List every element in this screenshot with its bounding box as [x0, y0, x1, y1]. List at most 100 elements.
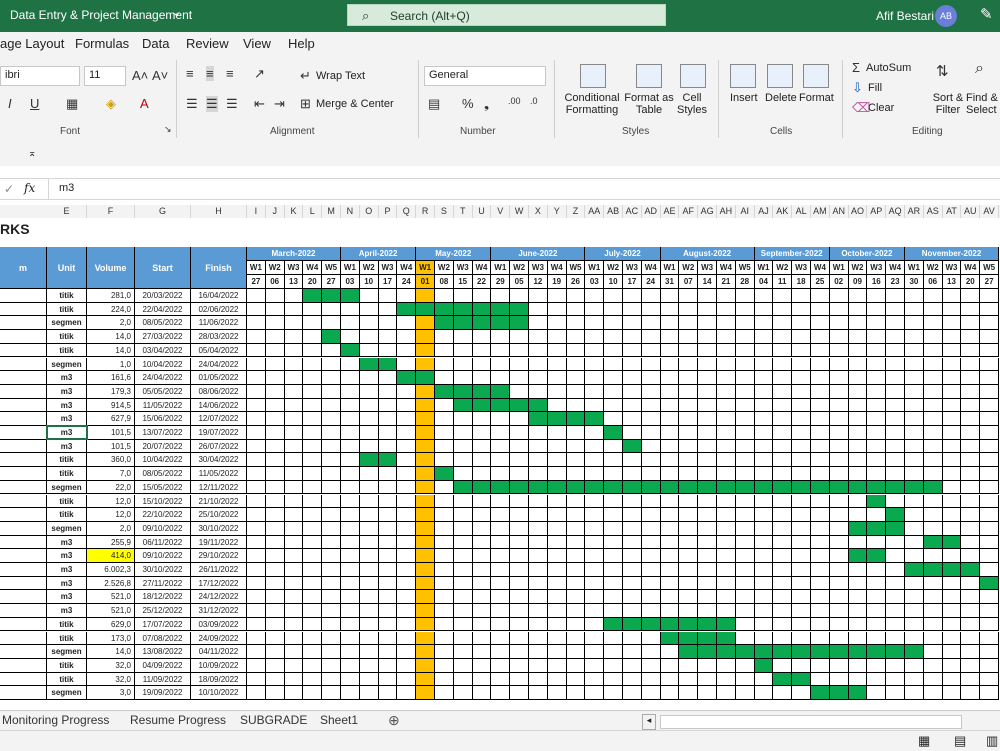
- gantt-cell[interactable]: [341, 508, 360, 522]
- cell-finish[interactable]: 12/07/2022: [191, 412, 247, 426]
- column-header[interactable]: AA: [585, 205, 605, 218]
- gantt-cell[interactable]: [848, 330, 868, 344]
- gantt-cell[interactable]: [303, 549, 323, 563]
- gantt-cell[interactable]: [378, 480, 398, 495]
- gantt-bar-cell[interactable]: [735, 645, 755, 659]
- cell-finish[interactable]: 24/04/2022: [191, 357, 247, 372]
- gantt-cell[interactable]: [566, 672, 586, 687]
- gantt-bar-cell[interactable]: [773, 645, 793, 659]
- add-sheet-icon[interactable]: ⊕: [388, 712, 400, 729]
- gantt-cell[interactable]: [341, 658, 360, 673]
- gantt-cell[interactable]: [698, 343, 717, 358]
- gantt-cell[interactable]: [923, 412, 943, 426]
- gantt-cell[interactable]: [641, 302, 661, 317]
- column-header[interactable]: AN: [830, 205, 849, 218]
- align-center-icon[interactable]: ☰: [206, 96, 218, 112]
- gantt-cell[interactable]: [359, 645, 379, 659]
- fill-button[interactable]: Fill: [868, 82, 882, 94]
- gantt-cell[interactable]: [942, 576, 962, 591]
- scroll-left-icon[interactable]: ◂: [642, 714, 656, 730]
- gantt-cell[interactable]: [378, 412, 398, 426]
- gantt-cell[interactable]: [547, 316, 567, 331]
- gantt-cell[interactable]: [604, 590, 623, 605]
- gantt-cell[interactable]: [961, 302, 981, 317]
- cell-finish[interactable]: 16/04/2022: [191, 289, 247, 303]
- gantt-cell[interactable]: [660, 412, 680, 426]
- gantt-cell[interactable]: [322, 549, 341, 563]
- gantt-cell[interactable]: [735, 371, 755, 385]
- gantt-cell[interactable]: [322, 439, 341, 454]
- gantt-cell[interactable]: [397, 330, 417, 344]
- gantt-cell[interactable]: [754, 549, 774, 563]
- column-header[interactable]: X: [529, 205, 548, 218]
- gantt-cell[interactable]: [604, 289, 623, 303]
- gantt-bar-cell[interactable]: [961, 563, 981, 577]
- gantt-cell[interactable]: [322, 590, 341, 605]
- gantt-cell[interactable]: [529, 535, 548, 550]
- gantt-cell[interactable]: [378, 563, 398, 577]
- gantt-cell[interactable]: [980, 494, 999, 509]
- gantt-cell[interactable]: [359, 604, 379, 618]
- gantt-cell[interactable]: [397, 398, 417, 413]
- gantt-cell[interactable]: [435, 521, 454, 536]
- gantt-cell[interactable]: [510, 590, 529, 605]
- gantt-cell[interactable]: [735, 576, 755, 591]
- pen-icon[interactable]: ✎: [980, 5, 993, 23]
- gantt-cell[interactable]: [453, 289, 473, 303]
- gantt-cell[interactable]: [867, 426, 887, 440]
- gantt-cell[interactable]: [303, 330, 323, 344]
- gantt-bar-cell[interactable]: [641, 617, 661, 632]
- gantt-cell[interactable]: [510, 549, 529, 563]
- delete-button[interactable]: Delete: [765, 92, 797, 104]
- gantt-cell[interactable]: [284, 631, 304, 646]
- format-as-table-button[interactable]: Format as Table: [624, 92, 674, 116]
- gantt-cell[interactable]: [359, 467, 379, 481]
- gantt-cell[interactable]: [529, 330, 548, 344]
- cell-volume[interactable]: 14,0: [87, 343, 135, 358]
- gantt-cell[interactable]: [378, 535, 398, 550]
- cell-unit[interactable]: segmen: [47, 316, 87, 331]
- gantt-cell[interactable]: [341, 672, 360, 687]
- gantt-cell[interactable]: [529, 439, 548, 454]
- gantt-cell[interactable]: [378, 384, 398, 399]
- cell-finish[interactable]: 05/04/2022: [191, 343, 247, 358]
- cell-item[interactable]: [0, 604, 47, 618]
- decrease-font-icon[interactable]: A˅: [152, 68, 168, 83]
- gantt-cell[interactable]: [754, 494, 774, 509]
- gantt-bar-cell[interactable]: [435, 302, 454, 317]
- column-header[interactable]: G: [135, 205, 191, 218]
- cell-start[interactable]: 10/04/2022: [135, 453, 191, 468]
- gantt-cell[interactable]: [961, 645, 981, 659]
- gantt-cell[interactable]: [491, 686, 511, 700]
- gantt-cell[interactable]: [547, 576, 567, 591]
- cell-item[interactable]: [0, 453, 47, 468]
- gantt-cell[interactable]: [641, 453, 661, 468]
- gantt-cell[interactable]: [886, 549, 905, 563]
- gantt-bar-cell[interactable]: [905, 480, 924, 495]
- tab-view[interactable]: View: [243, 36, 271, 51]
- gantt-cell[interactable]: [717, 686, 736, 700]
- gantt-cell[interactable]: [303, 563, 323, 577]
- gantt-cell[interactable]: [247, 658, 266, 673]
- cell-item[interactable]: [0, 316, 47, 331]
- gantt-cell[interactable]: [566, 371, 586, 385]
- gantt-cell[interactable]: [905, 467, 924, 481]
- cell-unit[interactable]: titik: [47, 631, 87, 646]
- gantt-cell[interactable]: [416, 563, 435, 577]
- cell-start[interactable]: 04/09/2022: [135, 658, 191, 673]
- gantt-bar-cell[interactable]: [472, 398, 492, 413]
- gantt-cell[interactable]: [923, 302, 943, 317]
- gantt-cell[interactable]: [735, 398, 755, 413]
- gantt-cell[interactable]: [265, 658, 285, 673]
- gantt-cell[interactable]: [886, 535, 905, 550]
- gantt-cell[interactable]: [754, 357, 774, 372]
- font-size-box[interactable]: 11: [84, 66, 126, 86]
- gantt-cell[interactable]: [735, 535, 755, 550]
- gantt-cell[interactable]: [679, 316, 699, 331]
- gantt-cell[interactable]: [566, 494, 586, 509]
- gantt-cell[interactable]: [942, 590, 962, 605]
- gantt-cell[interactable]: [735, 521, 755, 536]
- gantt-cell[interactable]: [529, 371, 548, 385]
- gantt-cell[interactable]: [303, 398, 323, 413]
- gantt-cell[interactable]: [660, 316, 680, 331]
